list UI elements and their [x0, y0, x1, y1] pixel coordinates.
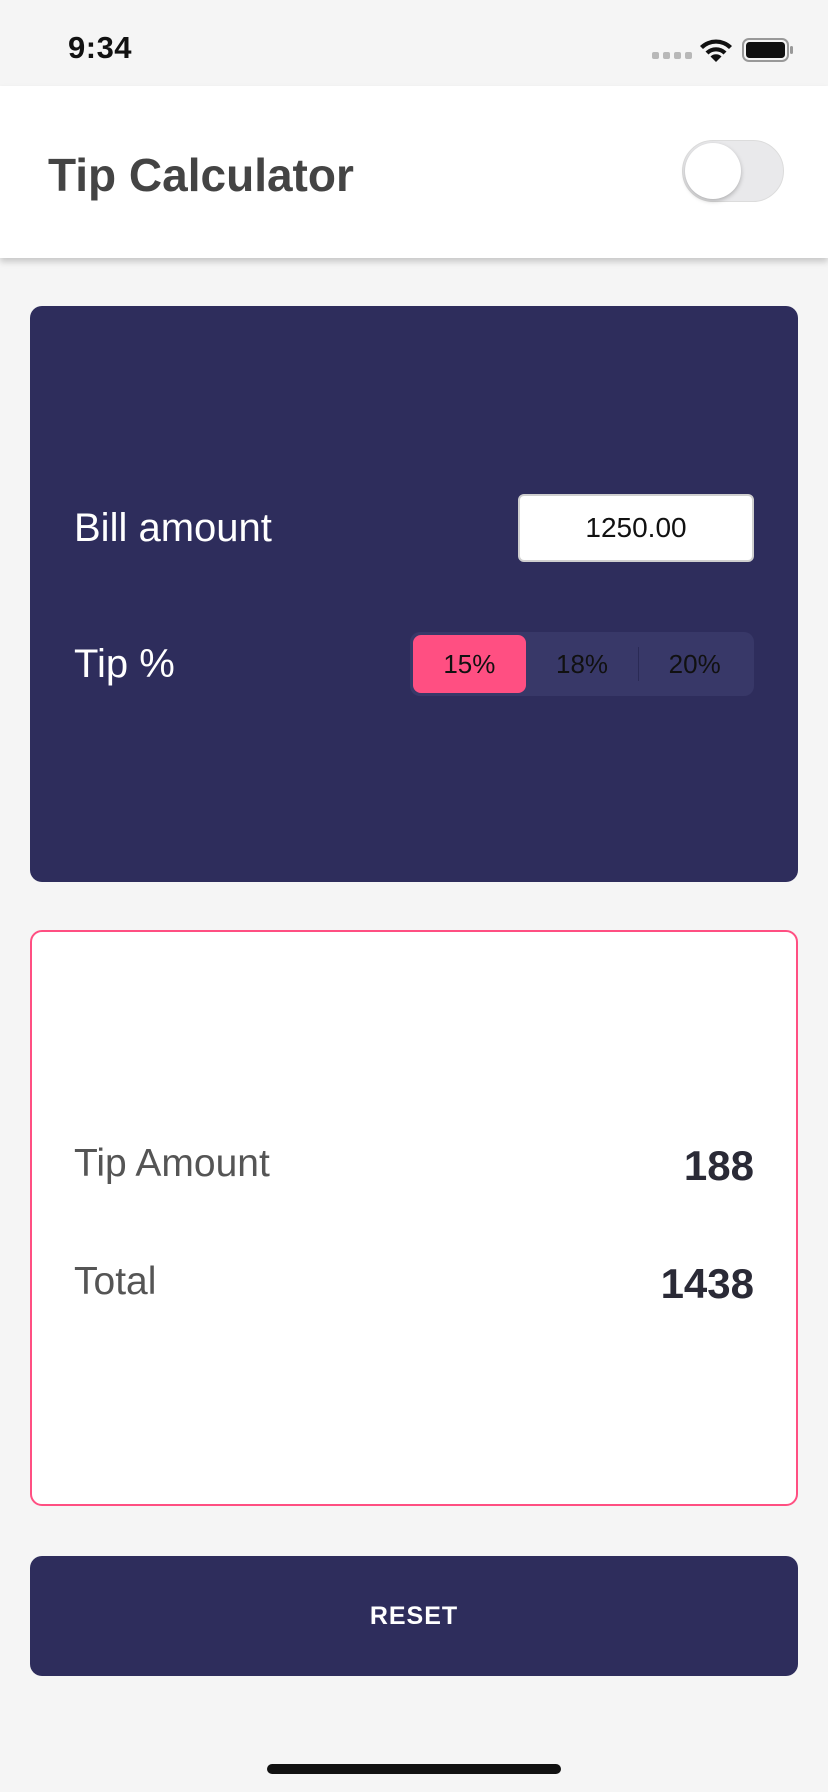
bill-amount-label: Bill amount	[74, 506, 272, 550]
wifi-icon	[700, 39, 732, 62]
tip-option-15[interactable]: 15%	[413, 635, 526, 693]
tip-option-18[interactable]: 18%	[526, 635, 639, 693]
theme-toggle[interactable]	[682, 140, 784, 202]
input-card: Bill amount Tip % 15% 18% 20%	[30, 306, 798, 882]
reset-button[interactable]: RESET	[30, 1556, 798, 1676]
home-indicator	[267, 1764, 561, 1774]
status-bar: 9:34	[0, 0, 828, 86]
tip-option-20[interactable]: 20%	[638, 635, 751, 693]
tip-amount-label: Tip Amount	[74, 1142, 270, 1185]
page-title: Tip Calculator	[48, 149, 354, 201]
battery-icon	[742, 38, 793, 62]
toggle-knob	[685, 143, 741, 199]
status-time: 9:34	[68, 30, 133, 65]
tip-percent-label: Tip %	[74, 642, 175, 686]
result-card: Tip Amount 188 Total 1438	[30, 930, 798, 1506]
bill-amount-input[interactable]	[518, 494, 754, 562]
total-value: 1438	[660, 1260, 754, 1307]
tip-amount-value: 188	[683, 1142, 754, 1189]
app-header: Tip Calculator	[0, 86, 828, 258]
total-label: Total	[74, 1260, 157, 1303]
cellular-signal-icon	[652, 52, 692, 59]
tip-percent-selector: 15% 18% 20%	[410, 632, 754, 696]
